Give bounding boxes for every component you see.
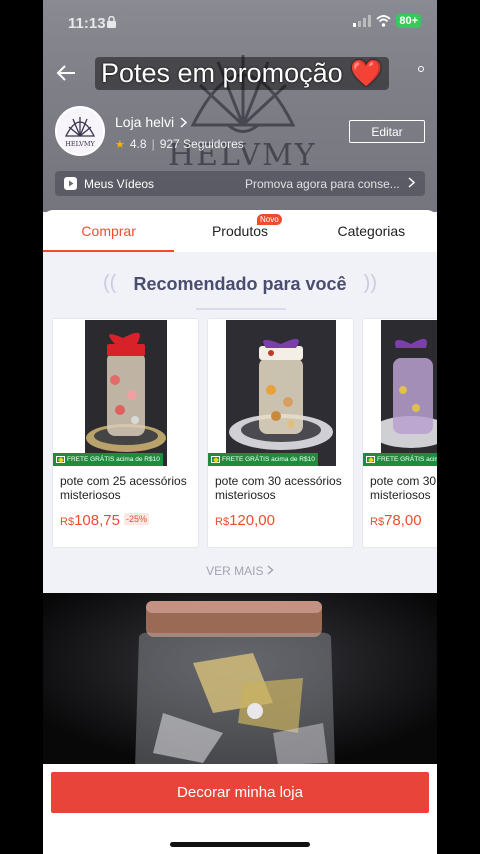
meta-divider: | bbox=[151, 137, 155, 151]
store-name-link[interactable]: Loja helvi bbox=[115, 114, 188, 130]
price-value: 120,00 bbox=[229, 512, 275, 529]
product-card[interactable]: FRETE GRÁTIS acima de R$10 pote com 30 a… bbox=[362, 318, 437, 548]
product-title: pote com 30 acessórios misteriosos bbox=[215, 474, 342, 502]
store-avatar[interactable]: HELVMY bbox=[55, 106, 105, 156]
shell-logo-watermark bbox=[190, 55, 296, 133]
orientation-lock-icon bbox=[107, 16, 116, 28]
home-indicator bbox=[170, 842, 310, 847]
product-carousel: FRETE GRÁTIS acima de R$10 pote com 25 a… bbox=[52, 318, 437, 548]
free-shipping-text: FRETE GRÁTIS acima de R$10 bbox=[222, 456, 315, 463]
wifi-icon bbox=[376, 15, 391, 27]
product-price: R$120,00 bbox=[215, 512, 275, 529]
videos-promo-text: Promova agora para conse... bbox=[245, 177, 400, 191]
brazil-flag-icon bbox=[366, 456, 375, 463]
tab-categorias[interactable]: Categorias bbox=[306, 210, 437, 252]
price-value: 108,75 bbox=[74, 512, 120, 529]
more-options-icon[interactable] bbox=[418, 66, 424, 72]
tab-label: Categorias bbox=[337, 223, 406, 239]
see-more-label: VER MAIS bbox=[206, 564, 264, 578]
store-tabs: Comprar Produtos Novo Categorias bbox=[43, 210, 437, 252]
bottom-action-bar: Decorar minha loja bbox=[43, 764, 437, 854]
svg-text:HELVMY: HELVMY bbox=[65, 140, 95, 148]
price-currency: R$ bbox=[370, 516, 385, 528]
price-currency: R$ bbox=[215, 516, 230, 528]
store-name: Loja helvi bbox=[115, 114, 175, 130]
caption-text: Potes em promoção bbox=[101, 58, 343, 88]
tab-comprar[interactable]: Comprar bbox=[43, 210, 175, 252]
free-shipping-text: FRETE GRÁTIS acima de R$10 bbox=[377, 456, 437, 463]
brazil-flag-icon bbox=[56, 456, 65, 463]
heart-icon: ❤️ bbox=[350, 58, 383, 88]
jar-video-frame bbox=[43, 593, 437, 768]
product-title: pote com 25 acessórios misteriosos bbox=[60, 474, 187, 502]
product-image: FRETE GRÁTIS acima de R$10 bbox=[208, 319, 353, 467]
my-videos-label: Meus Vídeos bbox=[84, 177, 155, 191]
shell-logo-icon: HELVMY bbox=[64, 117, 96, 148]
product-card[interactable]: FRETE GRÁTIS acima de R$10 pote com 25 a… bbox=[52, 318, 199, 548]
star-icon: ★ bbox=[115, 138, 125, 151]
jar-photo bbox=[226, 320, 336, 466]
tab-produtos[interactable]: Produtos Novo bbox=[174, 210, 305, 252]
video-caption-overlay: Potes em promoção ❤️ bbox=[95, 57, 389, 90]
title-underline bbox=[196, 308, 286, 310]
chevron-right-icon bbox=[408, 177, 415, 188]
discount-badge: -25% bbox=[123, 513, 149, 525]
see-more-link[interactable]: VER MAIS bbox=[43, 564, 437, 578]
jar-photo bbox=[381, 320, 437, 466]
free-shipping-text: FRETE GRÁTIS acima de R$10 bbox=[67, 456, 160, 463]
price-currency: R$ bbox=[60, 516, 75, 528]
store-video-banner[interactable] bbox=[43, 593, 437, 768]
jar-photo bbox=[85, 320, 167, 466]
tab-label: Comprar bbox=[81, 223, 136, 239]
chevron-right-icon bbox=[180, 116, 188, 128]
price-value: 78,00 bbox=[384, 512, 422, 529]
product-title: pote com 30 acessórios misteriosos bbox=[370, 474, 437, 502]
status-bar: 11:13 80+ bbox=[43, 0, 437, 44]
chevron-right-icon bbox=[267, 565, 274, 575]
free-shipping-badge: FRETE GRÁTIS acima de R$10 bbox=[53, 453, 163, 466]
tab-label: Produtos bbox=[211, 223, 269, 239]
signal-icon bbox=[353, 15, 372, 27]
free-shipping-badge: FRETE GRÁTIS acima de R$10 bbox=[208, 453, 318, 466]
store-meta: ★ 4.8 | 927 Seguidores bbox=[115, 137, 244, 151]
product-image: FRETE GRÁTIS acima de R$10 bbox=[363, 319, 437, 467]
new-badge: Novo bbox=[256, 214, 282, 225]
my-videos-bar[interactable]: Meus Vídeos Promova agora para conse... bbox=[55, 171, 425, 196]
product-price: R$108,75 -25% bbox=[60, 512, 149, 529]
status-icons: 80+ bbox=[353, 14, 421, 28]
decorate-store-button[interactable]: Decorar minha loja bbox=[51, 772, 429, 813]
recommended-title: Recomendado para você bbox=[133, 274, 347, 294]
brazil-flag-icon bbox=[211, 456, 220, 463]
status-time: 11:13 bbox=[68, 15, 106, 32]
store-rating: 4.8 bbox=[129, 137, 147, 151]
phone-screen: HELVMY 11:13 80+ Potes em promoção ❤️ HE… bbox=[43, 0, 437, 854]
product-card[interactable]: FRETE GRÁTIS acima de R$10 pote com 30 a… bbox=[207, 318, 354, 548]
back-arrow-icon[interactable] bbox=[53, 60, 79, 86]
product-price: R$78,00 bbox=[370, 512, 422, 529]
store-header: HELVMY 11:13 80+ Potes em promoção ❤️ HE… bbox=[43, 0, 437, 212]
bracket-right-decoration: )) bbox=[363, 272, 377, 294]
free-shipping-badge: FRETE GRÁTIS acima de R$10 bbox=[363, 453, 437, 466]
store-followers: 927 Seguidores bbox=[159, 137, 244, 151]
product-image: FRETE GRÁTIS acima de R$10 bbox=[53, 319, 198, 467]
battery-indicator: 80+ bbox=[396, 14, 421, 28]
video-play-icon bbox=[64, 177, 77, 190]
recommended-section: (( Recomendado para você )) FRETE GRÁTIS… bbox=[43, 252, 437, 593]
edit-button[interactable]: Editar bbox=[349, 120, 425, 143]
